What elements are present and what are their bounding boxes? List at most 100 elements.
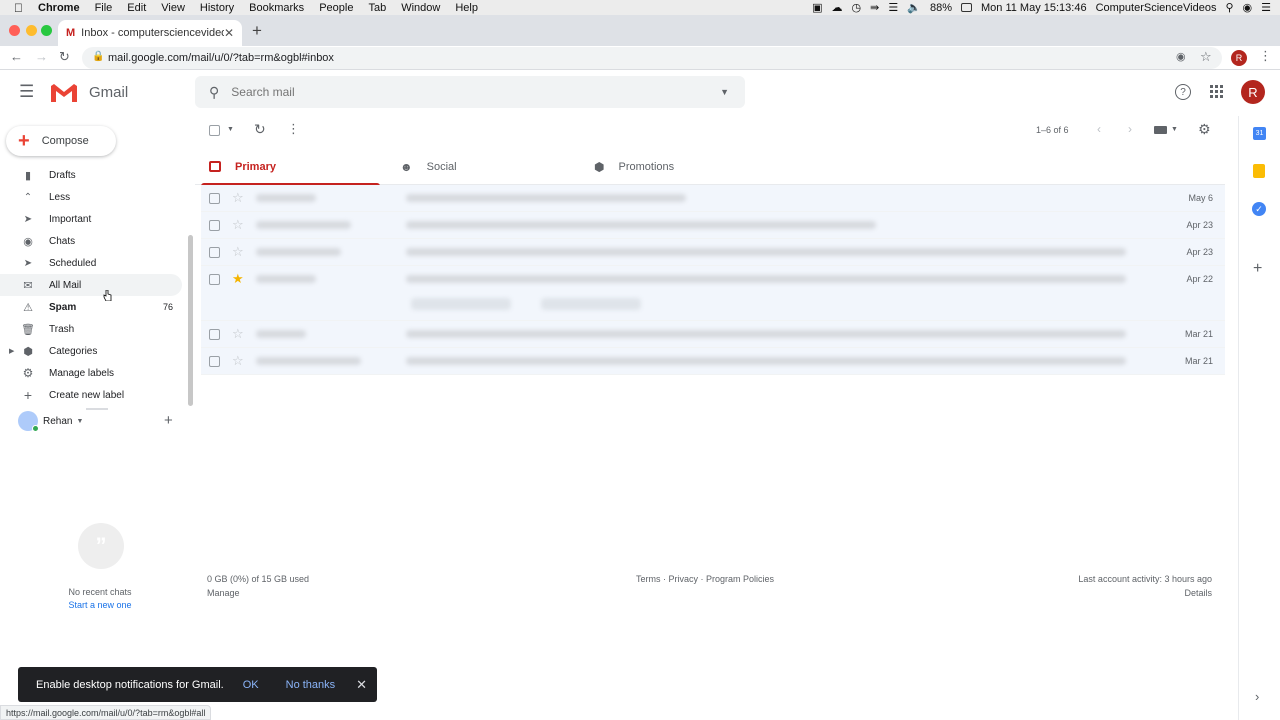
- mail-row[interactable]: ★ Apr 22: [201, 266, 1225, 321]
- sidebar-item-important[interactable]: ➤ Important: [0, 208, 182, 230]
- account-avatar[interactable]: R: [1241, 80, 1265, 104]
- siri-icon[interactable]: ◉: [1243, 1, 1253, 14]
- sidebar-item-less[interactable]: ⌃ Less: [0, 186, 182, 208]
- gmail-logo[interactable]: [49, 82, 79, 109]
- tab-promotions[interactable]: ⬢ Promotions: [594, 148, 773, 185]
- mail-row[interactable]: ☆ Mar 21: [201, 321, 1225, 348]
- menu-view[interactable]: View: [161, 2, 185, 14]
- browser-tab-inbox[interactable]: M Inbox - computersciencevideo ✕: [58, 20, 242, 46]
- star-icon[interactable]: ☆: [232, 217, 244, 233]
- sidebar-scrollbar[interactable]: [188, 235, 193, 406]
- mail-checkbox[interactable]: [209, 220, 220, 231]
- star-icon[interactable]: ☆: [232, 326, 244, 342]
- screen-record-icon[interactable]: ▣: [812, 1, 822, 14]
- zoom-window-button[interactable]: [41, 25, 52, 36]
- menu-window[interactable]: Window: [401, 2, 440, 14]
- close-tab-icon[interactable]: ✕: [224, 26, 234, 40]
- mail-checkbox[interactable]: [209, 356, 220, 367]
- apps-grid-icon[interactable]: [1210, 85, 1223, 98]
- tasks-icon[interactable]: ✓: [1252, 202, 1266, 216]
- tracking-eye-icon[interactable]: ◉: [1176, 50, 1186, 63]
- close-snackbar-icon[interactable]: ✕: [356, 677, 367, 693]
- compose-button[interactable]: + Compose: [6, 126, 116, 156]
- star-icon[interactable]: ☆: [232, 353, 244, 369]
- select-all-checkbox[interactable]: [209, 125, 220, 136]
- lock-icon[interactable]: 🔒: [92, 51, 104, 62]
- enable-notifications-ok-button[interactable]: OK: [243, 679, 259, 691]
- new-tab-icon[interactable]: +: [252, 21, 262, 41]
- volume-icon[interactable]: 🔈: [907, 1, 921, 14]
- hangouts-user[interactable]: Rehan ▼: [18, 411, 83, 432]
- search-icon[interactable]: ⚲: [209, 84, 219, 101]
- url-field[interactable]: 🔒 mail.google.com/mail/u/0/?tab=rm&ogbl#…: [82, 47, 1222, 69]
- sidebar-item-create-label[interactable]: + Create new label: [0, 384, 182, 406]
- minimize-window-button[interactable]: [26, 25, 37, 36]
- search-box[interactable]: ⚲ ▼: [195, 76, 745, 108]
- mail-checkbox[interactable]: [209, 193, 220, 204]
- cloud-icon[interactable]: ☁: [832, 1, 843, 14]
- bookmark-star-icon[interactable]: ☆: [1200, 49, 1212, 65]
- start-new-chat-link[interactable]: Start a new one: [0, 600, 200, 610]
- mail-row[interactable]: ☆ Apr 23: [201, 239, 1225, 266]
- notification-center-icon[interactable]: ☰: [1261, 1, 1271, 14]
- spotlight-icon[interactable]: ⚲: [1225, 1, 1233, 14]
- mail-row[interactable]: ☆ Mar 21: [201, 348, 1225, 375]
- reload-icon[interactable]: ↻: [59, 49, 70, 65]
- forward-icon[interactable]: →: [35, 49, 48, 64]
- keyboard-icon[interactable]: [1154, 126, 1167, 134]
- wifi-icon[interactable]: ☰: [888, 1, 898, 14]
- star-icon[interactable]: ★: [232, 271, 244, 287]
- expand-arrow-icon[interactable]: ▶: [9, 347, 14, 355]
- mail-checkbox[interactable]: [209, 247, 220, 258]
- menu-tab[interactable]: Tab: [368, 2, 386, 14]
- star-icon[interactable]: ☆: [232, 244, 244, 260]
- bluetooth-icon[interactable]: ⇛: [870, 1, 879, 14]
- time-machine-icon[interactable]: ◷: [852, 1, 862, 14]
- refresh-icon[interactable]: ↻: [254, 121, 266, 138]
- main-menu-icon[interactable]: ☰: [19, 82, 34, 102]
- activity-details-link[interactable]: Details: [1184, 588, 1212, 598]
- status-dropdown-icon[interactable]: ▼: [76, 418, 83, 425]
- menu-edit[interactable]: Edit: [127, 2, 146, 14]
- sidebar-item-manage-labels[interactable]: ⚙ Manage labels: [0, 362, 182, 384]
- help-icon[interactable]: ?: [1175, 84, 1191, 100]
- more-options-icon[interactable]: ⋮: [287, 121, 300, 137]
- battery-icon[interactable]: [960, 3, 972, 12]
- menu-history[interactable]: History: [200, 2, 234, 14]
- clock[interactable]: Mon 11 May 15:13:46: [981, 2, 1087, 14]
- apple-icon[interactable]: : [14, 1, 23, 15]
- tab-social[interactable]: ☻ Social: [400, 148, 579, 185]
- mail-checkbox[interactable]: [209, 329, 220, 340]
- sidebar-item-categories[interactable]: ▶ ⬢ Categories: [0, 340, 182, 362]
- select-dropdown-icon[interactable]: ▼: [227, 126, 234, 133]
- menu-file[interactable]: File: [95, 2, 113, 14]
- mail-row[interactable]: ☆ May 6: [201, 185, 1225, 212]
- menubar-user[interactable]: ComputerScienceVideos: [1096, 2, 1217, 14]
- menu-people[interactable]: People: [319, 2, 353, 14]
- back-icon[interactable]: ←: [10, 49, 23, 64]
- sidebar-item-trash[interactable]: 🗑 Trash: [0, 318, 182, 340]
- search-options-icon[interactable]: ▼: [720, 87, 729, 97]
- no-thanks-button[interactable]: No thanks: [286, 679, 336, 691]
- chrome-profile-avatar[interactable]: R: [1231, 50, 1247, 66]
- newer-page-icon[interactable]: ‹: [1097, 122, 1101, 136]
- calendar-icon[interactable]: 31: [1253, 127, 1266, 140]
- input-tools-dropdown-icon[interactable]: ▼: [1171, 126, 1178, 133]
- manage-storage-link[interactable]: Manage: [207, 588, 240, 598]
- settings-gear-icon[interactable]: ⚙: [1198, 121, 1211, 138]
- sidebar-item-chats[interactable]: ◉ Chats: [0, 230, 182, 252]
- expand-panel-icon[interactable]: ›: [1255, 689, 1259, 704]
- menu-chrome[interactable]: Chrome: [38, 2, 80, 14]
- mail-checkbox[interactable]: [209, 274, 220, 285]
- sidebar-item-scheduled[interactable]: ➤ Scheduled: [0, 252, 182, 274]
- star-icon[interactable]: ☆: [232, 190, 244, 206]
- footer-links[interactable]: Terms · Privacy · Program Policies: [636, 574, 774, 584]
- sidebar-item-spam[interactable]: ⚠ Spam 76: [0, 296, 182, 318]
- chrome-menu-icon[interactable]: ⋮: [1259, 48, 1272, 64]
- keep-icon[interactable]: [1253, 164, 1265, 178]
- get-addons-plus-icon[interactable]: +: [1253, 260, 1262, 278]
- mail-row[interactable]: ☆ Apr 23: [201, 212, 1225, 239]
- new-chat-plus-icon[interactable]: +: [164, 412, 173, 429]
- menu-bookmarks[interactable]: Bookmarks: [249, 2, 304, 14]
- sidebar-item-drafts[interactable]: ▮ Drafts: [0, 164, 182, 186]
